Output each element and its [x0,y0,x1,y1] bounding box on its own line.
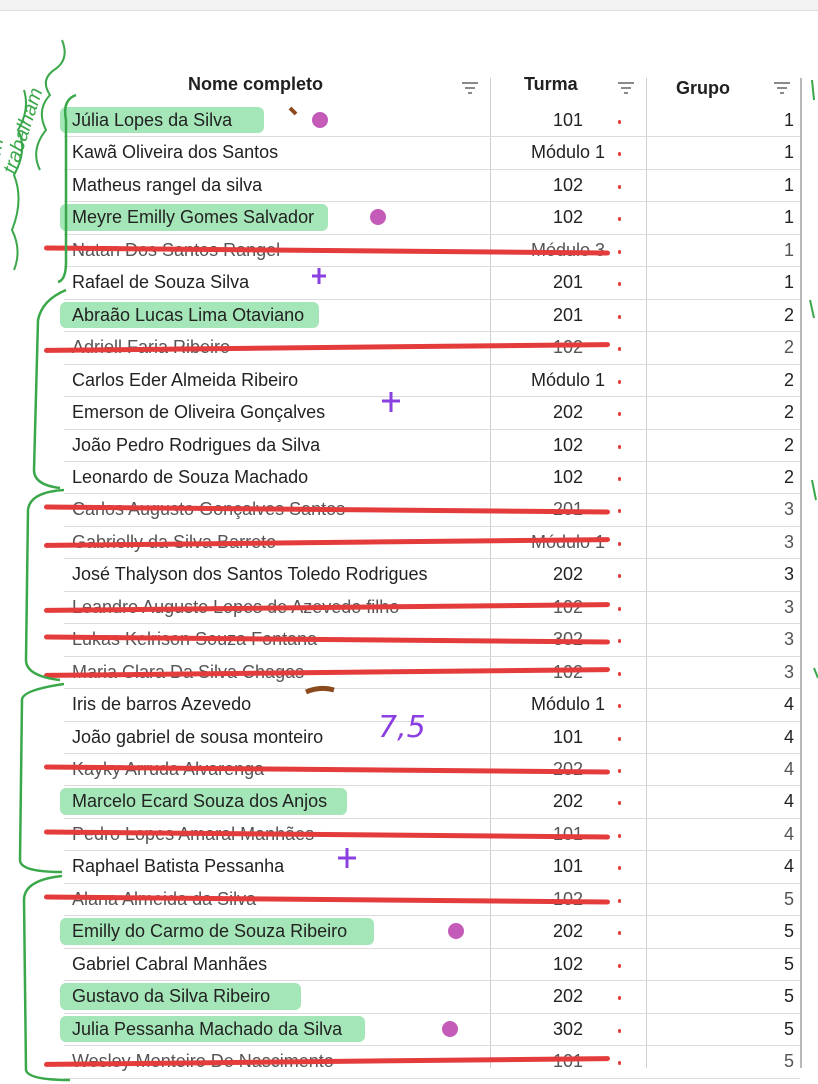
handwritten-annotations [10,39,818,1082]
cross-mark [382,392,400,412]
spreadsheet-photo: Nome completo Turma Grupo Júlia Lopes da… [0,0,818,1084]
group-bracket [32,288,67,490]
edge-tick [811,79,815,101]
group-bracket [57,93,77,284]
group-bracket [24,488,65,682]
group-bracket [22,874,71,1082]
ink-mark [305,685,335,695]
handwritten-score: 7,5 [378,710,426,745]
group-bracket [18,682,65,874]
cross-mark [338,848,356,868]
edge-tick [813,667,818,679]
cross-mark [312,268,326,284]
edge-tick [809,299,815,319]
ink-mark [288,106,298,116]
edge-tick [811,479,817,501]
